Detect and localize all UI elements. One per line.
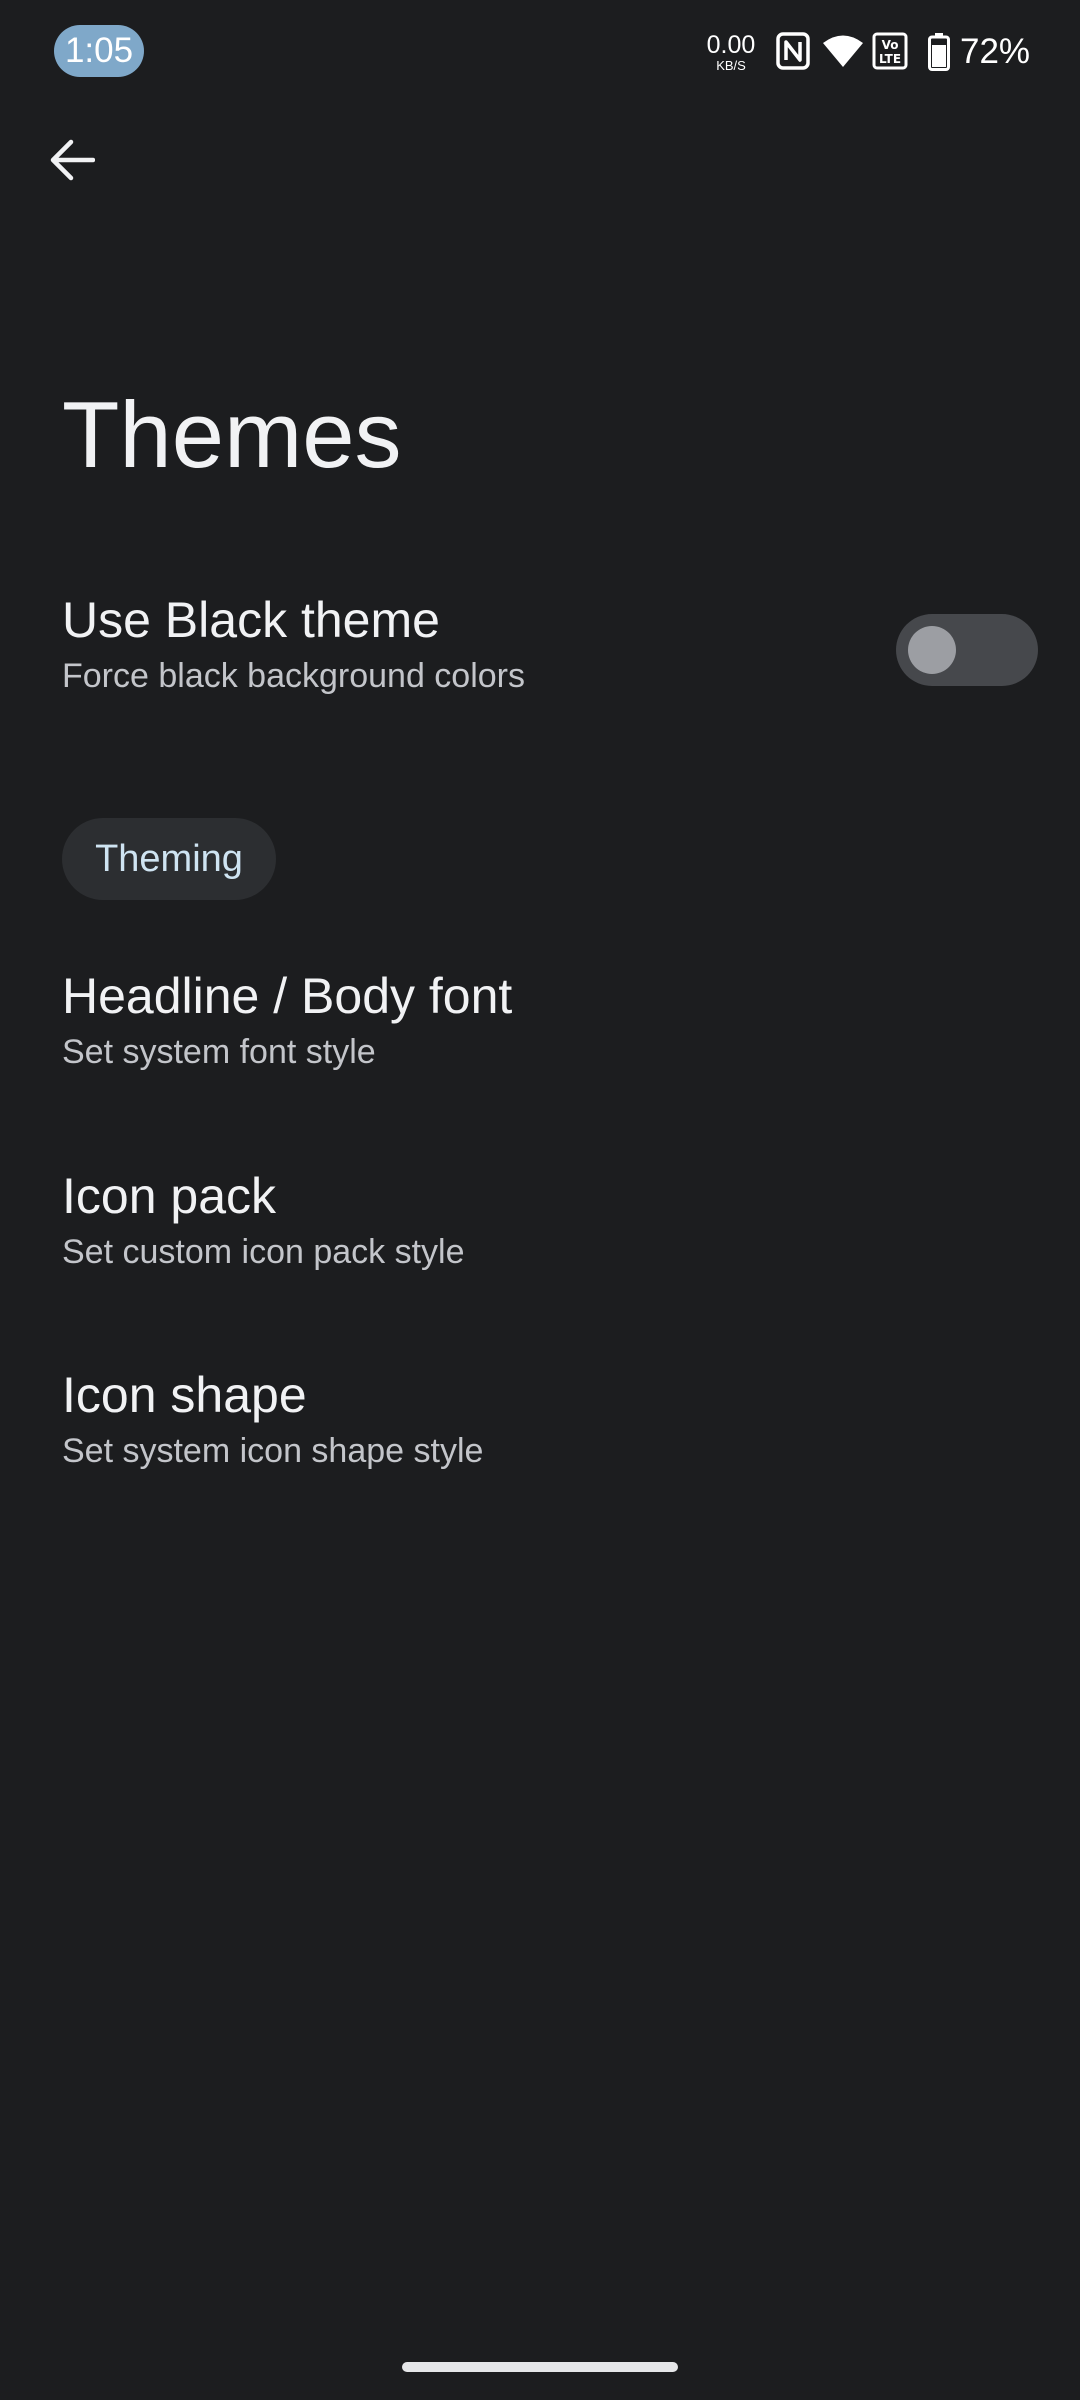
toggle-knob [908, 626, 956, 674]
svg-text:LTE: LTE [879, 52, 901, 66]
black-theme-toggle[interactable] [896, 614, 1038, 686]
black-theme-subtitle: Force black background colors [62, 657, 526, 695]
svg-text:Vo: Vo [882, 38, 899, 52]
battery-percent: 72% [960, 32, 1031, 71]
arrow-left-icon [49, 139, 96, 186]
setting-icon-pack[interactable]: Icon pack Set custom icon pack style [0, 1166, 1080, 1296]
black-theme-title: Use Black theme [62, 592, 440, 648]
network-speed: 0.00 KB/S [703, 31, 759, 73]
battery-icon [928, 33, 950, 76]
network-speed-value: 0.00 [706, 31, 756, 59]
status-time: 1:05 [54, 25, 144, 77]
setting-icon-shape[interactable]: Icon shape Set system icon shape style [0, 1365, 1080, 1495]
setting-title: Headline / Body font [62, 968, 513, 1024]
wifi-icon [822, 34, 864, 73]
setting-headline-body-font[interactable]: Headline / Body font Set system font sty… [0, 966, 1080, 1096]
setting-title: Icon pack [62, 1168, 277, 1224]
network-speed-unit: KB/S [716, 58, 746, 73]
status-bar: 1:05 0.00 KB/S Vo LTE 72% [0, 0, 1080, 100]
page-title: Themes [62, 382, 402, 487]
setting-subtitle: Set system font style [62, 1033, 376, 1071]
section-header-theming: Theming [62, 818, 276, 900]
setting-subtitle: Set custom icon pack style [62, 1233, 465, 1271]
setting-title: Icon shape [62, 1367, 307, 1423]
themes-screen: 1:05 0.00 KB/S Vo LTE 72% Themes Use Bla… [0, 0, 1080, 2400]
gesture-nav-handle[interactable] [402, 2362, 678, 2372]
setting-subtitle: Set system icon shape style [62, 1432, 484, 1470]
nfc-icon [776, 32, 810, 75]
volte-icon: Vo LTE [872, 32, 908, 75]
back-button[interactable] [40, 130, 104, 194]
